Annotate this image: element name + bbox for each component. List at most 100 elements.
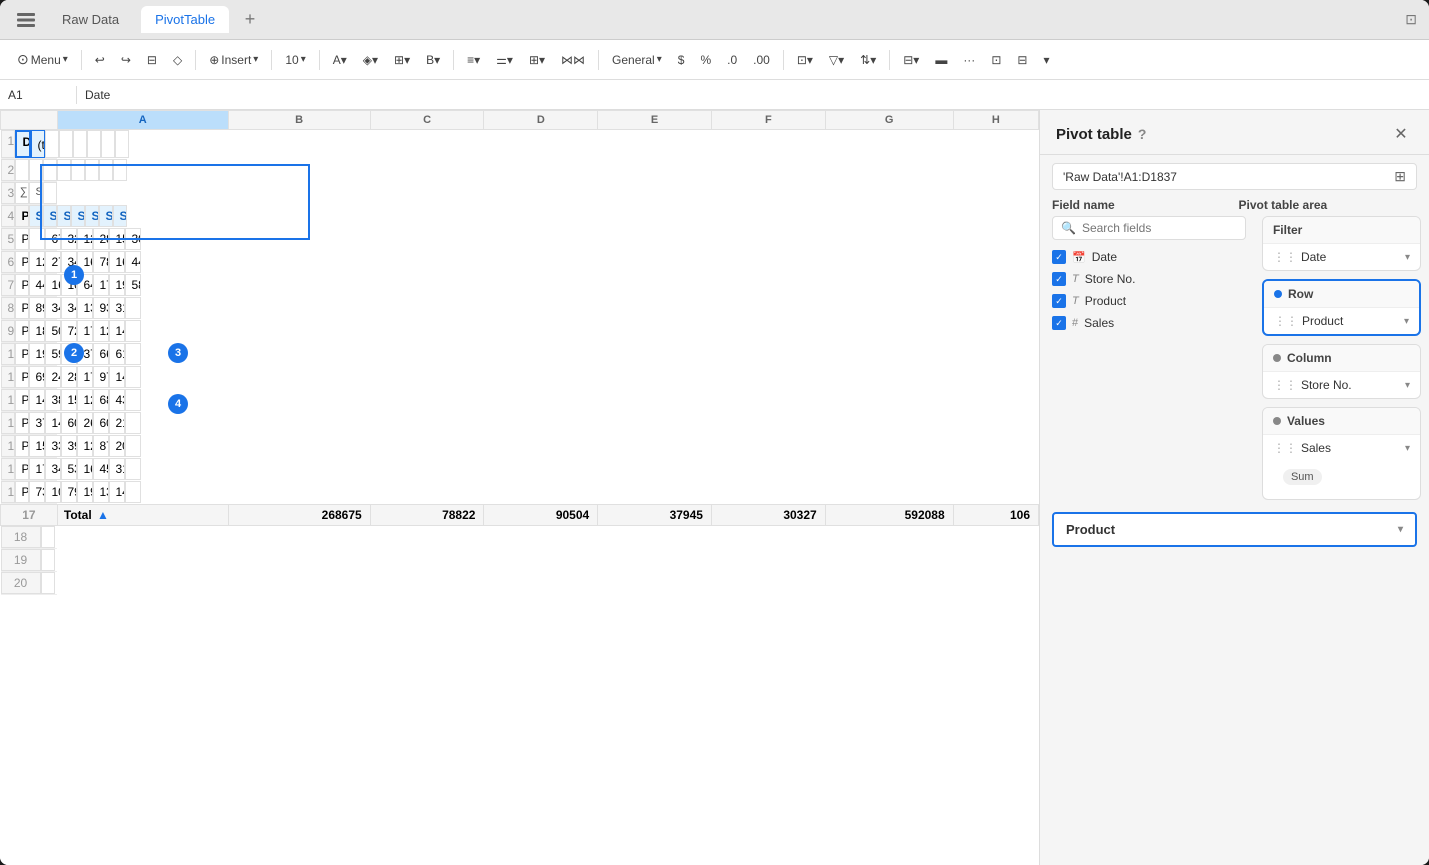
field-sales-checkbox[interactable] xyxy=(1052,316,1066,330)
row-19: 19 xyxy=(1,549,58,572)
field-date-checkbox[interactable] xyxy=(1052,250,1066,264)
column-chevron[interactable]: ▾ xyxy=(1405,380,1410,391)
menu-button[interactable]: ⊙ Menu ▾ xyxy=(12,48,73,71)
format-select[interactable]: General ▾ xyxy=(607,50,667,70)
borders-button[interactable]: ⊞▾ xyxy=(389,50,415,70)
filter-area-item: ⋮⋮ Date ▾ xyxy=(1263,244,1420,270)
tab-pivot-table[interactable]: PivotTable xyxy=(141,6,229,33)
field-product-checkbox[interactable] xyxy=(1052,294,1066,308)
filter-chevron[interactable]: ▾ xyxy=(1405,252,1410,263)
decimal-button[interactable]: .00 xyxy=(748,50,775,70)
field-store-checkbox[interactable] xyxy=(1052,272,1066,286)
currency-button[interactable]: $ xyxy=(673,50,690,70)
field-date: 📅 Date xyxy=(1052,246,1246,268)
toolbar-sep-8 xyxy=(889,50,890,70)
col-header-f[interactable]: F xyxy=(711,111,825,130)
undo-button[interactable]: ↩ xyxy=(90,50,110,70)
toolbar: ⊙ Menu ▾ ↩ ↪ ⊟ ◇ ⊕ Insert ▾ 10 ▾ A▾ ◈▾ ⊞… xyxy=(0,40,1429,80)
merge-button[interactable]: ⊞▾ xyxy=(524,50,550,70)
fields-areas-header: Field name Pivot table area xyxy=(1052,198,1417,212)
main-content: 1 2 3 4 A B C xyxy=(0,110,1429,865)
expand-button[interactable]: ⊟ xyxy=(1012,50,1032,70)
freeze-button[interactable]: ▬ xyxy=(930,50,952,70)
row-chevron[interactable]: ▾ xyxy=(1404,316,1409,327)
align-button[interactable]: ≡▾ xyxy=(462,50,485,70)
toolbar-sep-5 xyxy=(453,50,454,70)
pivot-panel: Pivot table ? ✕ 'Raw Data'!A1:D1837 ⊞ Fi… xyxy=(1039,110,1429,865)
values-area-header: Values xyxy=(1263,408,1420,435)
cell-a1[interactable]: Date xyxy=(15,130,31,158)
sort-button[interactable]: ⇅▾ xyxy=(855,50,881,70)
bold-button[interactable]: B▾ xyxy=(421,50,445,70)
wrap-button[interactable]: ⚌▾ xyxy=(491,50,518,70)
col-header-c[interactable]: C xyxy=(370,111,484,130)
paint-button[interactable]: ◇ xyxy=(168,50,187,70)
insert-button[interactable]: ⊕ Insert ▾ xyxy=(204,50,263,70)
conditional-button[interactable]: ⊡▾ xyxy=(792,50,818,70)
cell-g2 xyxy=(99,159,113,181)
comment-button[interactable]: ⊡ xyxy=(986,50,1006,70)
col-header-e[interactable]: E xyxy=(598,111,712,130)
values-area-dot xyxy=(1273,417,1281,425)
data-range-grid-icon[interactable]: ⊞ xyxy=(1394,168,1406,185)
data-row-6: 6 Product 2 12213 2715 3467 1686 787 165… xyxy=(1,251,58,274)
print-button[interactable]: ⊟ xyxy=(142,50,162,70)
pivot-close-button[interactable]: ✕ xyxy=(1389,122,1413,146)
row-num-3: 3 xyxy=(1,182,15,204)
row-18: 18 xyxy=(1,526,58,549)
filter-button[interactable]: ▽▾ xyxy=(824,50,849,70)
col-header-a[interactable]: A xyxy=(57,111,228,130)
more-arrow[interactable]: ▾ xyxy=(1038,50,1054,70)
toolbar-sep-4 xyxy=(319,50,320,70)
more-button[interactable]: ··· xyxy=(958,50,980,70)
values-drag-handle[interactable]: ⋮⋮ xyxy=(1273,441,1297,455)
commas-button[interactable]: .0 xyxy=(722,50,742,70)
percent-button[interactable]: % xyxy=(695,50,716,70)
cell-c3-rest xyxy=(43,182,57,204)
view-button[interactable]: ⊟▾ xyxy=(898,50,924,70)
app-window: Raw Data PivotTable + ⊡ ⊙ Menu ▾ ↩ ↪ ⊟ ◇… xyxy=(0,0,1429,865)
col-header-h[interactable]: H xyxy=(953,111,1038,130)
search-input[interactable] xyxy=(1082,221,1237,235)
filter-drag-handle[interactable]: ⋮⋮ xyxy=(1273,250,1297,264)
toolbar-sep-1 xyxy=(81,50,82,70)
column-drag-handle[interactable]: ⋮⋮ xyxy=(1273,378,1297,392)
tab-raw-data[interactable]: Raw Data xyxy=(48,6,133,33)
field-name-label: Field name xyxy=(1052,198,1231,212)
data-range-bar: 'Raw Data'!A1:D1837 ⊞ xyxy=(1052,163,1417,190)
pivot-help-icon[interactable]: ? xyxy=(1138,126,1147,142)
formula-bar: A1 Date xyxy=(0,80,1429,110)
tab-bar-left: Raw Data PivotTable + xyxy=(12,6,1401,34)
formula-bar-sep xyxy=(76,86,77,104)
col-header-d[interactable]: D xyxy=(484,111,598,130)
row-area-header: Row xyxy=(1264,281,1419,308)
col-header-g[interactable]: G xyxy=(825,111,953,130)
row-drag-handle[interactable]: ⋮⋮ xyxy=(1274,314,1298,328)
cell-b1[interactable]: (total) ≡ ➤ xyxy=(31,130,45,158)
sum-badge: Sum xyxy=(1283,469,1322,485)
font-color-button[interactable]: A▾ xyxy=(328,50,352,70)
data-row-9: 9 Product 5 18811 5085 7268 1776 1287 14… xyxy=(1,320,58,343)
values-chevron[interactable]: ▾ xyxy=(1405,443,1410,454)
rotate-button[interactable]: ⋈⋈ xyxy=(556,50,590,70)
cell-f2 xyxy=(85,159,99,181)
spreadsheet[interactable]: 1 2 3 4 A B C xyxy=(0,110,1039,865)
restore-icon[interactable]: ⊡ xyxy=(1405,11,1417,28)
fields-search[interactable]: 🔍 xyxy=(1052,216,1246,240)
col-header-b[interactable]: B xyxy=(228,111,370,130)
tab-add-button[interactable]: + xyxy=(237,7,263,33)
cell-d2 xyxy=(57,159,71,181)
values-area: Values ⋮⋮ Sales ▾ Sum xyxy=(1262,407,1421,500)
redo-button[interactable]: ↪ xyxy=(116,50,136,70)
cell-d1 xyxy=(59,130,73,158)
product-type-icon: T xyxy=(1072,295,1079,307)
fill-color-button[interactable]: ◈▾ xyxy=(358,50,383,70)
tab-bar-right: ⊡ xyxy=(1405,11,1417,28)
annotation-badge-4: 4 xyxy=(168,394,188,414)
cell-a3: ∑:Sales xyxy=(15,182,29,204)
data-row-13: 13 Product 9 37973 14934 6049 2661 6027 … xyxy=(1,412,58,435)
cell-b3: Store No. ≡ xyxy=(29,182,44,204)
data-row-16: 16 Product 12 73023 10378 7917 1971 1304… xyxy=(1,481,58,504)
font-size-select[interactable]: 10 ▾ xyxy=(280,50,310,70)
formula-content: Date xyxy=(85,88,1421,102)
